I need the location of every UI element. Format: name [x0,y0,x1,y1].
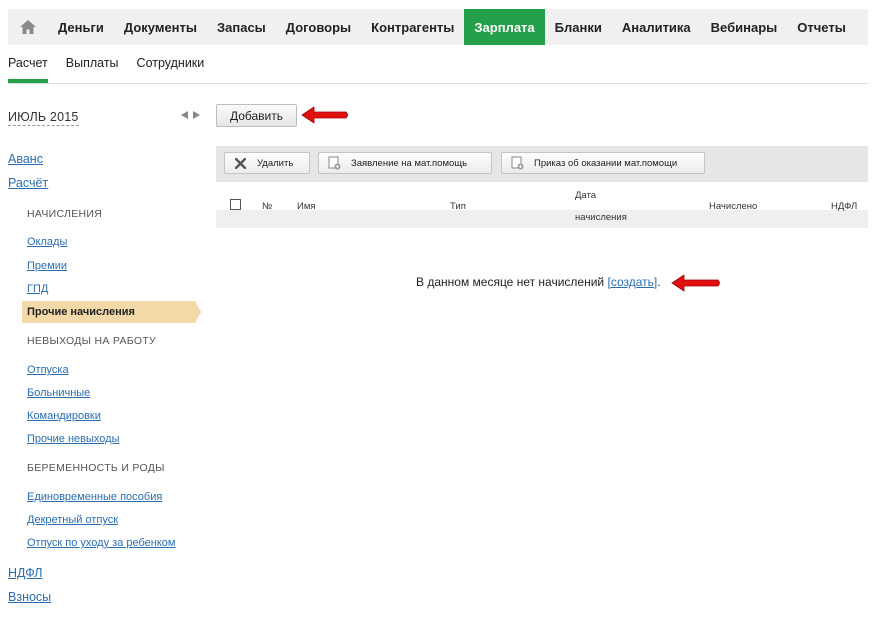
sidebar-item-sick-leave[interactable]: Больничные [27,387,90,399]
column-date-line1[interactable]: Дата [575,190,596,201]
column-number[interactable]: № [262,201,272,212]
month-selector: ИЮЛЬ 2015 [8,108,200,126]
column-type[interactable]: Тип [450,201,466,212]
sidebar-item-contributions[interactable]: Взносы [8,590,51,604]
table-header-band [216,210,868,228]
sidebar-item-vacations[interactable]: Отпуска [27,364,69,376]
annotation-arrow-icon [301,106,348,124]
tab-calculation[interactable]: Расчет [8,55,48,83]
material-aid-request-button[interactable]: Заявление на мат.помощь [318,152,492,174]
nav-counterparties[interactable]: Контрагенты [361,9,464,45]
sidebar-item-other-accruals[interactable]: Прочие начисления [22,301,201,323]
column-name[interactable]: Имя [297,201,316,212]
add-document-icon [510,156,524,170]
column-date-line2[interactable]: начисления [575,212,627,223]
home-button[interactable] [8,9,48,45]
home-icon [20,20,36,34]
prev-month-icon[interactable] [181,111,188,119]
material-aid-order-label: Приказ об оказании мат.помощи [534,157,678,169]
tab-employees[interactable]: Сотрудники [137,55,205,83]
month-arrows [181,111,200,119]
tab-payments[interactable]: Выплаты [66,55,119,83]
table-header: № Имя Тип Дата начисления Начислено НДФЛ [216,182,868,228]
nav-analytics[interactable]: Аналитика [612,9,701,45]
select-all-checkbox[interactable] [230,199,241,210]
section-accruals: НАЧИСЛЕНИЯ [27,208,103,220]
sidebar-item-gpd[interactable]: ГПД [27,283,48,295]
section-pregnancy: БЕРЕМЕННОСТЬ И РОДЫ [27,462,165,474]
sidebar-item-avans[interactable]: Аванс [8,152,43,166]
sidebar-item-salaries[interactable]: Оклады [27,236,67,248]
month-label[interactable]: ИЮЛЬ 2015 [8,110,79,126]
nav-money[interactable]: Деньги [48,9,114,45]
sidebar-item-other-absence[interactable]: Прочие невыходы [27,433,119,445]
create-link[interactable]: [создать] [607,275,657,289]
delete-label: Удалить [257,157,294,169]
annotation-arrow-icon [671,274,720,292]
nav-stock[interactable]: Запасы [207,9,276,45]
empty-message: В данном месяце нет начислений [создать]… [416,275,661,289]
sidebar-item-maternity-leave[interactable]: Декретный отпуск [27,514,118,526]
section-absence: НЕВЫХОДЫ НА РАБОТУ [27,335,157,347]
sidebar-item-business-trips[interactable]: Командировки [27,410,101,422]
material-aid-request-label: Заявление на мат.помощь [351,157,468,169]
sidebar-item-childcare-leave[interactable]: Отпуск по уходу за ребенком [27,537,175,549]
nav-documents[interactable]: Документы [114,9,207,45]
next-month-icon[interactable] [193,111,200,119]
nav-salary[interactable]: Зарплата [464,9,545,45]
column-ndfl[interactable]: НДФЛ [831,201,857,212]
nav-contracts[interactable]: Договоры [276,9,361,45]
panel-toolbar: Удалить Заявление на мат.помощь Приказ о… [216,146,868,182]
sub-navigation: Расчет Выплаты Сотрудники [8,55,868,84]
material-aid-order-button[interactable]: Приказ об оказании мат.помощи [501,152,705,174]
delete-icon [233,156,247,170]
column-accrued[interactable]: Начислено [709,201,757,212]
sidebar-item-lump-sum-benefits[interactable]: Единовременные пособия [27,491,162,503]
add-document-icon [327,156,341,170]
sidebar-item-raschet[interactable]: Расчёт [8,176,48,190]
sidebar-item-bonuses[interactable]: Премии [27,260,67,272]
nav-forms[interactable]: Бланки [545,9,612,45]
top-navigation: Деньги Документы Запасы Договоры Контраг… [8,9,868,45]
accruals-panel: Удалить Заявление на мат.помощь Приказ о… [216,146,868,333]
nav-reports[interactable]: Отчеты [787,9,856,45]
delete-button[interactable]: Удалить [224,152,310,174]
add-button[interactable]: Добавить [216,104,297,127]
empty-state: В данном месяце нет начислений [создать]… [216,228,868,333]
sidebar-item-ndfl[interactable]: НДФЛ [8,566,43,580]
empty-message-period: . [657,275,661,289]
nav-webinars[interactable]: Вебинары [701,9,788,45]
empty-message-text: В данном месяце нет начислений [416,275,605,289]
